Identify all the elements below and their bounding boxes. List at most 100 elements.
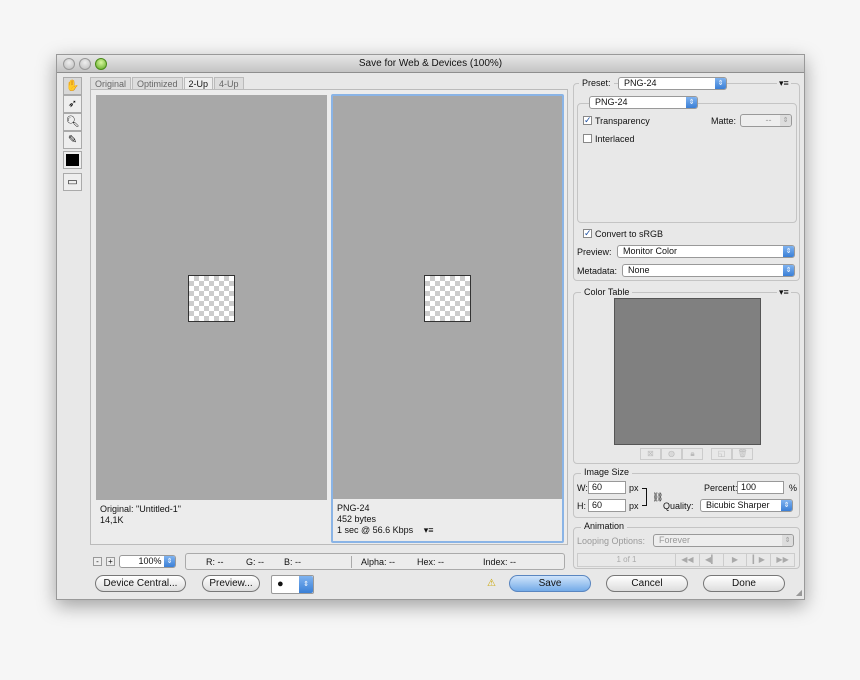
preset-select[interactable]: PNG-24 ⇕ [618, 77, 727, 90]
zoom-button[interactable] [95, 58, 107, 70]
quality-label: Quality: [663, 501, 694, 511]
save-for-web-dialog: Save for Web & Devices (100%) ✋ ➶ 🔍︎ ✎ ▭… [56, 54, 805, 600]
red-value: R: -- [206, 557, 224, 567]
blue-value: B: -- [284, 557, 301, 567]
optimized-pane[interactable]: PNG-24 452 bytes 1 sec @ 56.6 Kbps ▾≡ [331, 94, 564, 543]
width-input[interactable]: 60 [588, 481, 626, 494]
color-table-menu-icon[interactable]: ▾≡ [777, 287, 791, 298]
eyedropper-color-swatch[interactable] [63, 151, 82, 169]
warning-icon: ⚠ [487, 578, 496, 589]
minimize-button[interactable] [79, 58, 91, 70]
trash-icon[interactable]: 🗑︎ [732, 448, 753, 460]
download-time: 1 sec @ 56.6 Kbps [337, 525, 414, 535]
lock-color-icon[interactable]: 🔒︎ [682, 448, 703, 460]
constrain-bracket [642, 488, 647, 506]
preview-select[interactable]: Monitor Color ⇕ [617, 245, 795, 258]
height-input[interactable]: 60 [588, 499, 626, 512]
next-frame-icon[interactable]: ▎▶ [747, 554, 772, 566]
save-button[interactable]: Save [509, 575, 591, 592]
browser-select[interactable]: ● ⇕ [271, 575, 314, 594]
hand-tool-icon[interactable]: ✋ [63, 77, 82, 95]
previous-frame-icon[interactable]: ◀▎ [700, 554, 724, 566]
percent-label: Percent: [704, 483, 738, 493]
quality-select[interactable]: Bicubic Sharper ⇕ [700, 499, 793, 512]
close-button[interactable] [63, 58, 75, 70]
original-pane[interactable] [96, 95, 327, 500]
optimized-format: PNG-24 [337, 503, 370, 513]
color-table-title: Color Table [581, 287, 633, 298]
matte-label: Matte: [711, 116, 737, 126]
web-snap-icon[interactable]: ◍ [661, 448, 682, 460]
transparency-checkbox[interactable]: ✓ [583, 116, 592, 125]
color-readout: R: -- G: -- B: -- Alpha: -- Hex: -- Inde… [185, 553, 565, 570]
original-image [188, 275, 235, 322]
tab-optimized[interactable]: Optimized [132, 77, 183, 89]
chevron-updown-icon: ⇕ [783, 246, 794, 257]
original-filename: Original: "Untitled-1" [100, 504, 181, 514]
matte-select[interactable]: -- ⇕ [740, 114, 792, 127]
done-button[interactable]: Done [703, 575, 785, 592]
tab-original[interactable]: Original [90, 77, 132, 89]
last-frame-icon[interactable]: ▶▶ [771, 554, 794, 566]
width-unit: px [629, 483, 639, 493]
chevron-updown-icon: ⇕ [782, 535, 793, 546]
web-shift-icon[interactable]: ⊠ [640, 448, 661, 460]
zoom-out-button[interactable]: - [93, 557, 102, 566]
green-value: G: -- [246, 557, 264, 567]
height-unit: px [629, 501, 639, 511]
preview-button[interactable]: Preview... [202, 575, 260, 592]
browser-icon: ● [277, 578, 284, 590]
optimized-image [424, 275, 471, 322]
chevron-updown-icon: ⇕ [783, 265, 794, 276]
title-bar: Save for Web & Devices (100%) [57, 55, 804, 73]
animation-controls: 1 of 1 ◀◀ ◀▎ ▶ ▎▶ ▶▶ [577, 553, 795, 567]
link-chain-icon[interactable]: ⛓ [652, 492, 663, 503]
zoom-in-button[interactable]: + [106, 557, 115, 566]
chevron-updown-icon: ⇕ [715, 78, 726, 89]
zoom-level-select[interactable]: 100% ⇕ [119, 555, 176, 568]
color-table-tools: ⊠ ◍ 🔒︎ ◱ 🗑︎ [640, 448, 753, 460]
tab-2-up[interactable]: 2-Up [183, 77, 214, 89]
tab-4-up[interactable]: 4-Up [214, 77, 244, 89]
zoom-tool-icon[interactable]: 🔍︎ [63, 113, 82, 131]
toggle-slices-icon[interactable]: ▭ [63, 173, 82, 191]
optimize-menu-icon[interactable]: ▾≡ [777, 78, 791, 89]
image-size-title: Image Size [581, 467, 633, 478]
index-value: Index: -- [483, 557, 517, 567]
cancel-button[interactable]: Cancel [606, 575, 688, 592]
convert-srgb-checkbox[interactable]: ✓ [583, 229, 592, 238]
transparency-label: Transparency [595, 116, 650, 126]
chevron-updown-icon: ⇕ [686, 97, 697, 108]
percent-input[interactable]: 100 [737, 481, 784, 494]
slice-select-tool-icon[interactable]: ➶ [63, 95, 82, 113]
width-label: W: [577, 483, 588, 493]
first-frame-icon[interactable]: ◀◀ [676, 554, 700, 566]
download-speed-menu-icon[interactable]: ▾≡ [424, 525, 434, 535]
chevron-updown-icon: ⇕ [299, 576, 313, 593]
interlaced-checkbox[interactable] [583, 134, 592, 143]
optimized-info: PNG-24 452 bytes 1 sec @ 56.6 Kbps ▾≡ [333, 499, 562, 541]
percent-unit: % [789, 483, 798, 493]
preview-label: Preview: [577, 247, 612, 257]
hex-value: Hex: -- [417, 557, 444, 567]
new-color-icon[interactable]: ◱ [711, 448, 732, 460]
height-label: H: [577, 501, 586, 511]
color-table-swatches[interactable] [614, 298, 761, 445]
metadata-label: Metadata: [577, 266, 618, 276]
format-select[interactable]: PNG-24 ⇕ [589, 96, 698, 109]
chevron-updown-icon: ⇕ [780, 115, 791, 126]
view-tabs: Original Optimized 2-Up 4-Up [90, 77, 245, 89]
device-central-button[interactable]: Device Central... [95, 575, 186, 592]
looping-select[interactable]: Forever ⇕ [653, 534, 794, 547]
resize-grip-icon[interactable]: ◢ [796, 588, 802, 597]
eyedropper-tool-icon[interactable]: ✎ [63, 131, 82, 149]
frame-counter: 1 of 1 [578, 554, 676, 566]
preview-area: Original: "Untitled-1" 14,1K PNG-24 452 … [90, 89, 568, 545]
chevron-updown-icon: ⇕ [781, 500, 792, 511]
interlaced-label: Interlaced [595, 134, 635, 144]
original-size: 14,1K [100, 515, 124, 525]
metadata-select[interactable]: None ⇕ [622, 264, 795, 277]
preset-label: Preset: [579, 78, 614, 89]
window-title: Save for Web & Devices (100%) [358, 58, 503, 69]
play-icon[interactable]: ▶ [724, 554, 748, 566]
